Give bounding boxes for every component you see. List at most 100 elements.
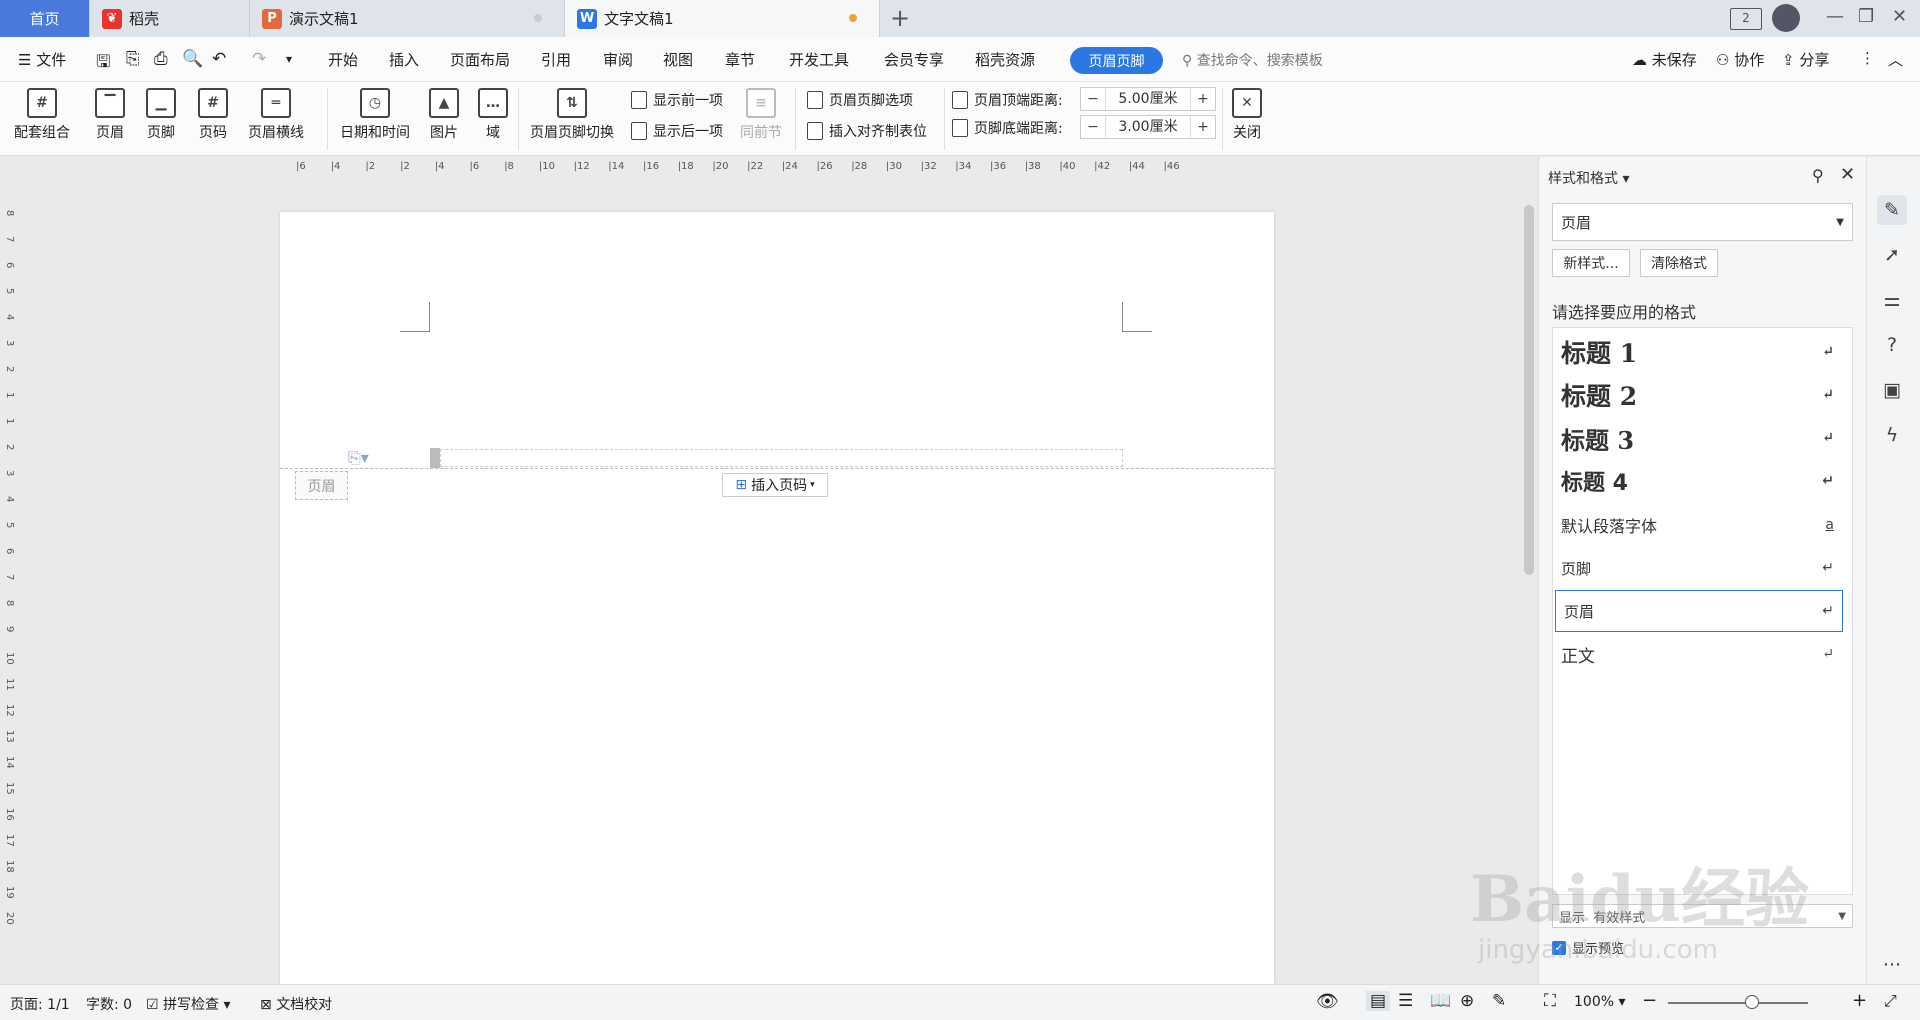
same-as-previous-button[interactable]: ≡ 同前节 — [740, 88, 782, 142]
insert-page-number-button[interactable]: ⊞ 插入页码 ▾ — [722, 473, 828, 497]
show-next-button[interactable]: 显示后一项 — [631, 121, 723, 141]
zoom-slider-knob[interactable] — [1745, 995, 1759, 1009]
vertical-ruler[interactable]: 8 7 6 5 4 3 2 1 1 2 3 4 5 6 7 8 9 10 11 12 13 14 15 16 17 18 19 20 — [0, 210, 16, 980]
menu-docer-resources[interactable]: 稻壳资源 — [975, 49, 1035, 70]
decrement-button[interactable]: − — [1081, 119, 1105, 135]
select-cursor-icon[interactable]: ➚ — [1877, 240, 1907, 270]
write-view-icon[interactable]: ✎ — [1492, 991, 1506, 1011]
style-item-heading-1[interactable]: 标题 1 ↵ — [1553, 332, 1854, 372]
avatar[interactable] — [1772, 4, 1800, 32]
style-item-heading-4[interactable]: 标题 4 ↵ — [1553, 461, 1854, 501]
new-tab-button[interactable]: + — [890, 4, 910, 32]
header-footer-switch-button[interactable]: ⇅ 页眉页脚切换 — [530, 88, 614, 142]
close-header-footer-button[interactable]: ✕ 关闭 — [1232, 88, 1262, 142]
more-icon[interactable]: ⋮ — [1860, 49, 1875, 67]
word-count[interactable]: 字数: 0 — [86, 994, 132, 1014]
tab-home[interactable]: 首页 — [0, 0, 90, 37]
menu-developer[interactable]: 开发工具 — [789, 49, 849, 70]
collapse-ribbon-icon[interactable]: ︿ — [1888, 49, 1903, 70]
window-layout-icon[interactable]: 2 — [1730, 8, 1762, 30]
menu-start[interactable]: 开始 — [328, 49, 358, 70]
fullscreen-icon[interactable]: ⤢ — [1884, 991, 1897, 1011]
header-top-spinner[interactable]: − 5.00厘米 + — [1080, 87, 1216, 111]
unsaved-button[interactable]: ☁ 未保存 — [1632, 49, 1697, 70]
zoom-out-icon[interactable]: − — [1642, 990, 1657, 1011]
close-panel-icon[interactable]: ✕ — [1840, 164, 1855, 185]
style-item-footer[interactable]: 页脚 ↵ — [1553, 548, 1854, 588]
increment-button[interactable]: + — [1191, 119, 1215, 135]
unsaved-dot[interactable] — [849, 14, 857, 22]
tab-close-dot[interactable] — [534, 14, 542, 22]
panel-title[interactable]: 样式和格式 ▾ — [1548, 168, 1629, 188]
spell-check-button[interactable]: ☑ 拼写检查 ▾ — [146, 994, 231, 1014]
menu-member[interactable]: 会员专享 — [884, 49, 944, 70]
scrollbar-thumb[interactable] — [1524, 205, 1534, 575]
save-icon[interactable]: 🖫 — [96, 49, 110, 78]
zoom-level[interactable]: 100% ▾ — [1574, 994, 1626, 1010]
insert-align-tab-button[interactable]: 插入对齐制表位 — [807, 121, 927, 141]
doc-proof-button[interactable]: ⊠ 文档校对 — [260, 994, 332, 1014]
tab-header-footer[interactable]: 页眉页脚 — [1070, 47, 1163, 74]
pin-icon[interactable]: ⚲ — [1812, 166, 1824, 185]
new-style-button[interactable]: 新样式... — [1552, 249, 1630, 277]
minimize-icon[interactable]: — — [1826, 6, 1844, 27]
footer-button[interactable]: ▁ 页脚 — [146, 88, 176, 142]
style-item-heading-3[interactable]: 标题 3 ↵ — [1553, 418, 1854, 458]
style-item-default-font[interactable]: 默认段落字体 a — [1553, 505, 1854, 545]
fit-page-icon[interactable]: ⛶ — [1544, 991, 1556, 1011]
redo-icon[interactable]: ↷ — [252, 49, 266, 69]
tab-docer[interactable]: ❦ 稻壳 — [90, 0, 250, 37]
menu-view[interactable]: 视图 — [663, 49, 693, 70]
page-count[interactable]: 页面: 1/1 — [10, 994, 70, 1014]
lightning-icon[interactable]: ϟ — [1877, 420, 1907, 450]
date-time-button[interactable]: ◷ 日期和时间 — [340, 88, 410, 142]
picture-button[interactable]: ▲ 图片 — [429, 88, 459, 142]
increment-button[interactable]: + — [1191, 91, 1215, 107]
menu-reference[interactable]: 引用 — [541, 49, 571, 70]
header-edit-area[interactable] — [440, 449, 1123, 467]
image-tool-icon[interactable]: ▣ — [1877, 375, 1907, 405]
header-line-button[interactable]: ═ 页眉横线 — [248, 88, 304, 142]
more-dots-icon[interactable]: ··· — [1877, 950, 1907, 980]
tab-document[interactable]: W 文字文稿1 — [565, 0, 880, 37]
zoom-slider-track[interactable] — [1668, 1002, 1808, 1004]
horizontal-ruler[interactable]: |6 |4 |2 |2 |4 |6 |8 |10 |12 |14 |16 |18 |20 |22 |24 |2… — [296, 160, 1262, 176]
tab-presentation[interactable]: P 演示文稿1 — [250, 0, 565, 37]
combo-button[interactable]: # 配套组合 — [14, 88, 70, 142]
share-button[interactable]: ⇪ 分享 — [1782, 49, 1829, 70]
file-menu[interactable]: ☰ 文件 — [18, 49, 66, 70]
footer-bottom-spinner[interactable]: − 3.00厘米 + — [1080, 115, 1216, 139]
command-search[interactable]: ⚲ 查找命令、搜索模板 — [1182, 50, 1323, 70]
print-icon[interactable]: ⎙ — [154, 49, 168, 69]
export-pdf-icon[interactable]: ⎘ — [126, 49, 140, 69]
collab-button[interactable]: ⚇ 协作 — [1716, 49, 1764, 70]
header-button[interactable]: ▔ 页眉 — [95, 88, 125, 142]
current-style-select[interactable]: 页眉 ▼ — [1552, 203, 1853, 241]
paste-options-icon[interactable]: ⎘▾ — [348, 448, 369, 468]
menu-chapter[interactable]: 章节 — [725, 49, 755, 70]
zoom-in-icon[interactable]: + — [1852, 990, 1867, 1011]
web-view-icon[interactable]: ⊕ — [1460, 991, 1474, 1011]
style-item-body[interactable]: 正文 ↵ — [1553, 634, 1854, 674]
page-view-icon[interactable]: ▤ — [1366, 991, 1391, 1011]
style-item-header-selected[interactable]: 页眉 ↵ — [1555, 590, 1843, 632]
footer-bottom-value[interactable]: 3.00厘米 — [1105, 116, 1191, 138]
property-sliders-icon[interactable]: ⚌ — [1877, 285, 1907, 315]
menu-page-layout[interactable]: 页面布局 — [450, 49, 510, 70]
style-format-pen-icon[interactable]: ✎ — [1877, 195, 1907, 225]
eye-protection-icon[interactable]: 👁 — [1316, 991, 1339, 1012]
menu-insert[interactable]: 插入 — [389, 49, 419, 70]
undo-icon[interactable]: ↶ — [212, 49, 226, 69]
clear-format-button[interactable]: 清除格式 — [1640, 249, 1718, 277]
print-preview-icon[interactable]: 🔍 — [182, 49, 203, 69]
outline-view-icon[interactable]: ☰ — [1398, 991, 1413, 1011]
show-prev-button[interactable]: 显示前一项 — [631, 90, 723, 110]
hf-options-button[interactable]: 页眉页脚选项 — [807, 90, 913, 110]
read-view-icon[interactable]: 📖 — [1430, 991, 1451, 1011]
close-window-icon[interactable]: ✕ — [1892, 6, 1907, 27]
field-button[interactable]: … 域 — [478, 88, 508, 142]
restore-icon[interactable]: ❐ — [1858, 6, 1874, 27]
menu-review[interactable]: 审阅 — [603, 49, 633, 70]
decrement-button[interactable]: − — [1081, 91, 1105, 107]
style-item-heading-2[interactable]: 标题 2 ↵ — [1553, 375, 1854, 415]
